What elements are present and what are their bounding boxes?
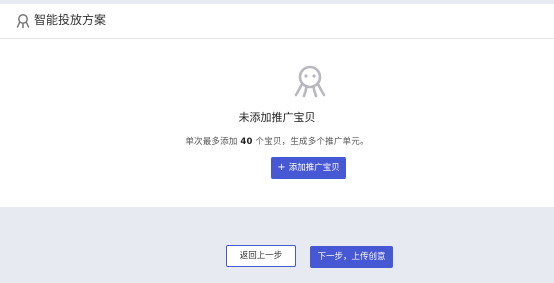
plan-card: 智能投放方案 未添加推广宝贝 单次最多添加 40 个宝贝，生成多个推广单元。 +… [0,4,554,207]
smart-plan-icon [16,14,30,29]
empty-state-description: 单次最多添加 40 个宝贝，生成多个推广单元。 [0,136,554,148]
desc-prefix: 单次最多添加 [185,137,241,147]
page-title: 智能投放方案 [34,13,107,27]
next-upload-creative-button[interactable]: 下一步，上传创意 [310,246,393,268]
add-button-label: 添加推广宝贝 [288,163,340,173]
octopus-mascot-icon [294,65,326,98]
plus-icon: + [277,162,286,173]
add-promotion-item-button[interactable]: + 添加推广宝贝 [271,157,346,179]
back-button[interactable]: 返回上一步 [226,245,296,267]
max-item-count: 40 [240,137,253,147]
empty-state-title: 未添加推广宝贝 [238,111,316,124]
card-header: 智能投放方案 [0,4,554,39]
desc-suffix: 个宝贝，生成多个推广单元。 [252,137,369,147]
